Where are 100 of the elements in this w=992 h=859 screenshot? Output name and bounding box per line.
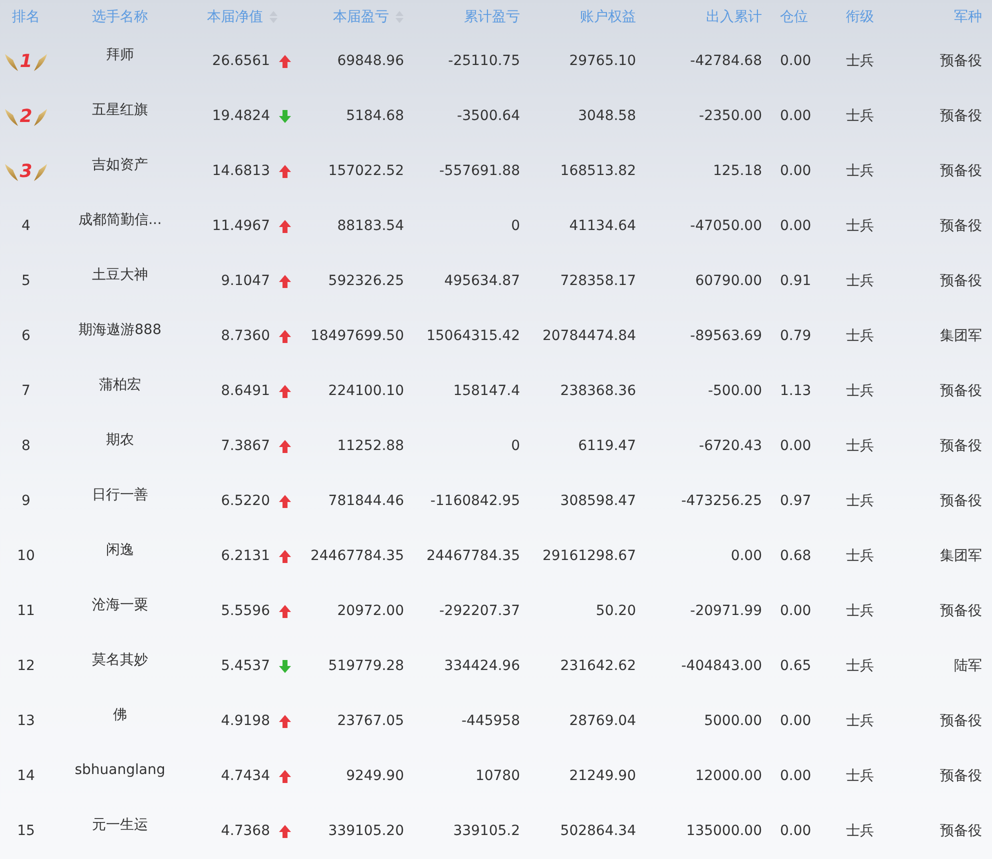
- player-name: 吉如资产: [92, 156, 148, 175]
- cumulative-inout: 0.00: [730, 548, 762, 564]
- rank-number: 3: [20, 160, 32, 184]
- account-equity: 20784474.84: [542, 328, 636, 344]
- position-ratio: 0.00: [780, 53, 812, 69]
- net-value: 4.9198: [221, 713, 270, 729]
- period-pnl: 9249.90: [346, 768, 404, 784]
- period-pnl: 5184.68: [346, 108, 404, 124]
- cumulative-inout: -6720.43: [699, 438, 762, 454]
- column-header[interactable]: 本届净值: [207, 6, 263, 28]
- rank-number: 1: [20, 50, 32, 74]
- cumulative-inout: -404843.00: [681, 658, 762, 674]
- player-name: 元一生运: [92, 816, 148, 835]
- period-pnl: 339105.20: [328, 823, 404, 839]
- rank-number: 9: [22, 493, 30, 509]
- net-value: 8.6491: [221, 383, 270, 399]
- rank-title: 士兵: [846, 548, 874, 564]
- account-equity: 6119.47: [578, 438, 636, 454]
- account-equity: 238368.36: [560, 383, 636, 399]
- cumulative-inout: 125.18: [713, 163, 762, 179]
- period-pnl: 69848.96: [337, 53, 404, 69]
- rank-number: 2: [20, 104, 32, 129]
- account-equity: 29765.10: [569, 53, 636, 69]
- account-equity: 21249.90: [569, 768, 636, 784]
- cumulative-pnl: -25110.75: [448, 53, 520, 69]
- cumulative-pnl: 10780: [475, 768, 520, 784]
- rank-number: 7: [22, 383, 30, 399]
- cumulative-inout: 135000.00: [686, 823, 762, 839]
- cumulative-inout: -89563.69: [690, 328, 762, 344]
- player-name: 期农: [106, 431, 134, 450]
- service-branch: 预备役: [940, 438, 982, 454]
- net-value: 26.6561: [212, 53, 270, 69]
- position-ratio: 1.13: [780, 383, 812, 399]
- rank-number: 12: [17, 658, 35, 674]
- position-ratio: 0.79: [780, 328, 812, 344]
- net-value: 9.1047: [221, 273, 270, 289]
- cumulative-pnl: -292207.37: [439, 603, 520, 619]
- rank-title: 士兵: [846, 493, 874, 509]
- cumulative-pnl: 0: [511, 438, 520, 454]
- position-ratio: 0.00: [780, 108, 812, 124]
- period-pnl: 781844.46: [328, 493, 404, 509]
- account-equity: 231642.62: [560, 658, 636, 674]
- player-name: 蒲柏宏: [99, 376, 141, 395]
- rank-number: 14: [17, 768, 35, 784]
- player-name: 日行一善: [92, 486, 148, 505]
- position-ratio: 0.00: [780, 603, 812, 619]
- period-pnl: 224100.10: [328, 383, 404, 399]
- cumulative-pnl: 495634.87: [444, 273, 520, 289]
- rank-number: 6: [22, 328, 30, 344]
- player-name: 成都简勤信...: [78, 211, 162, 230]
- account-equity: 28769.04: [569, 713, 636, 729]
- rank-number: 15: [17, 823, 35, 839]
- position-ratio: 0.00: [780, 438, 812, 454]
- position-ratio: 0.00: [780, 218, 812, 234]
- rank-title: 士兵: [846, 163, 874, 179]
- service-branch: 预备役: [940, 383, 982, 399]
- player-name: 拜师: [106, 46, 134, 65]
- cumulative-inout: 5000.00: [704, 713, 762, 729]
- position-ratio: 0.00: [780, 823, 812, 839]
- cumulative-pnl: -3500.64: [457, 108, 520, 124]
- rank-title: 士兵: [846, 713, 874, 729]
- column-header: 仓位: [780, 8, 808, 26]
- column-header[interactable]: 本届盈亏: [333, 6, 389, 28]
- service-branch: 预备役: [940, 823, 982, 839]
- net-value: 5.4537: [221, 658, 270, 674]
- rank-title: 士兵: [846, 768, 874, 784]
- column-header: 选手名称: [92, 8, 148, 26]
- cumulative-pnl: 0: [511, 218, 520, 234]
- service-branch: 预备役: [940, 603, 982, 619]
- rank-title: 士兵: [846, 108, 874, 124]
- rank-title: 士兵: [846, 53, 874, 69]
- column-header: 军种: [954, 8, 982, 26]
- period-pnl: 24467784.35: [310, 548, 404, 564]
- account-equity: 3048.58: [578, 108, 636, 124]
- net-value: 7.3867: [221, 438, 270, 454]
- rank-title: 士兵: [846, 603, 874, 619]
- rank-title: 士兵: [846, 823, 874, 839]
- service-branch: 预备役: [940, 713, 982, 729]
- service-branch: 预备役: [940, 768, 982, 784]
- cumulative-pnl: 339105.2: [453, 823, 520, 839]
- player-name: 期海遨游888: [78, 321, 162, 340]
- rank-number: 4: [22, 218, 30, 234]
- position-ratio: 0.68: [780, 548, 812, 564]
- account-equity: 50.20: [596, 603, 636, 619]
- net-value: 8.7360: [221, 328, 270, 344]
- rank-number: 8: [22, 438, 30, 454]
- net-value: 4.7368: [221, 823, 270, 839]
- player-name: 沧海一粟: [92, 596, 148, 615]
- cumulative-inout: -20971.99: [690, 603, 762, 619]
- service-branch: 预备役: [940, 493, 982, 509]
- position-ratio: 0.91: [780, 273, 812, 289]
- period-pnl: 18497699.50: [310, 328, 404, 344]
- player-name: 闲逸: [106, 541, 134, 560]
- net-value: 6.2131: [221, 548, 270, 564]
- column-header: 出入累计: [706, 8, 762, 26]
- position-ratio: 0.97: [780, 493, 812, 509]
- cumulative-inout: -500.00: [708, 383, 762, 399]
- period-pnl: 157022.52: [328, 163, 404, 179]
- rank-number: 13: [17, 713, 35, 729]
- service-branch: 陆军: [954, 658, 982, 674]
